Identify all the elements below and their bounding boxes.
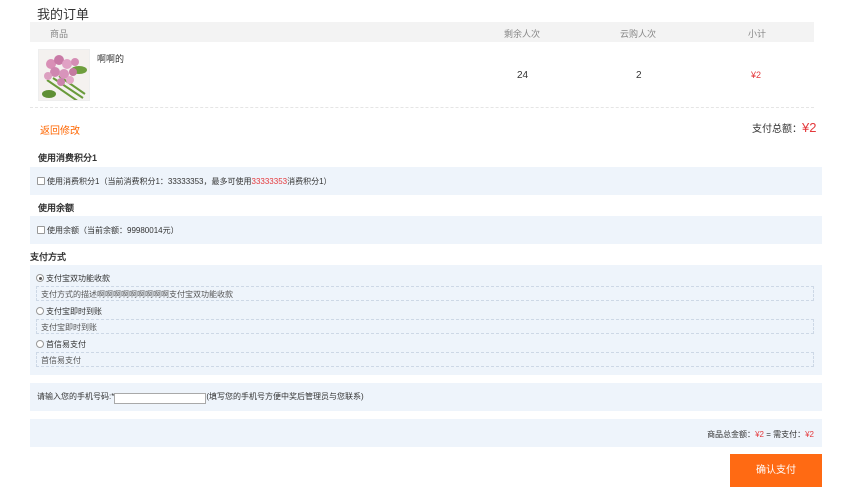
phone-number-input[interactable] bbox=[114, 393, 207, 404]
points-option-suffix: 消费积分1） bbox=[287, 177, 332, 186]
payment-option-description: 支付方式的描述啊啊啊啊啊啊啊啊啊支付宝双功能收款 bbox=[36, 286, 814, 301]
use-balance-checkbox[interactable] bbox=[37, 226, 45, 234]
cloud-buy-count: 2 bbox=[636, 70, 642, 81]
balance-section-label: 使用余额 bbox=[38, 203, 75, 213]
payment-radio-yeepay[interactable] bbox=[36, 340, 44, 348]
payment-radio-alipay-dual[interactable] bbox=[36, 274, 44, 282]
order-summary: 商品总金额：¥2 = 需支付：¥2 bbox=[30, 419, 822, 447]
remaining-count: 24 bbox=[517, 70, 529, 81]
use-points-checkbox[interactable] bbox=[37, 177, 45, 185]
payment-option-alipay-instant[interactable]: 支付宝即时到账 bbox=[36, 306, 102, 317]
phone-panel: 请输入您的手机号码:* (填写您的手机号方便中奖后管理员与您联系) bbox=[30, 383, 822, 411]
product-name[interactable]: 啊啊的 bbox=[97, 52, 124, 65]
payment-option-alipay-dual[interactable]: 支付宝双功能收款 bbox=[36, 273, 110, 284]
payment-total-amount: ¥2 bbox=[802, 120, 817, 135]
flower-bouquet-image bbox=[39, 50, 89, 100]
page-title: 我的订单 bbox=[37, 7, 90, 22]
points-section-label: 使用消费积分1 bbox=[38, 153, 98, 163]
balance-option-text: 使用余额（当前余额：99980014元） bbox=[47, 226, 179, 235]
phone-hint: (填写您的手机号方便中奖后管理员与您联系) bbox=[206, 392, 364, 401]
payment-option-label: 支付宝即时到账 bbox=[46, 307, 102, 316]
payment-method-section-label: 支付方式 bbox=[30, 252, 67, 262]
goods-total-label: 商品总金额： bbox=[707, 430, 756, 439]
payment-option-description: 首信易支付 bbox=[36, 352, 814, 367]
product-thumbnail[interactable] bbox=[38, 49, 90, 101]
balance-option: 使用余额（当前余额：99980014元） bbox=[37, 225, 179, 236]
header-remaining: 剩余人次 bbox=[504, 29, 541, 39]
summary-text: 商品总金额：¥2 = 需支付：¥2 bbox=[707, 429, 814, 440]
confirm-payment-button[interactable]: 确认支付 bbox=[730, 454, 822, 487]
payment-radio-alipay-instant[interactable] bbox=[36, 307, 44, 315]
need-pay-label: = 需支付： bbox=[763, 430, 806, 439]
payment-option-label: 首信易支付 bbox=[46, 340, 86, 349]
back-to-edit-link[interactable]: 返回修改 bbox=[40, 122, 80, 137]
table-row: 啊啊的 24 2 ¥2 bbox=[30, 42, 814, 108]
balance-panel: 使用余额（当前余额：99980014元） bbox=[30, 216, 822, 244]
payment-total-label: 支付总额： bbox=[752, 124, 802, 135]
points-max-value: 33333353 bbox=[251, 177, 288, 186]
payment-option-description: 支付宝即时到账 bbox=[36, 319, 814, 334]
points-option-text: 使用消费积分1（当前消费积分1：33333353，最多可使用 bbox=[47, 177, 252, 186]
order-table-header: 商品 剩余人次 云购人次 小计 bbox=[30, 22, 814, 42]
points-option: 使用消费积分1（当前消费积分1：33333353，最多可使用33333353消费… bbox=[37, 176, 332, 187]
phone-row: 请输入您的手机号码:* (填写您的手机号方便中奖后管理员与您联系) bbox=[37, 391, 364, 404]
need-pay-amount: ¥2 bbox=[805, 430, 814, 439]
row-subtotal: ¥2 bbox=[751, 70, 762, 80]
phone-label: 请输入您的手机号码:* bbox=[37, 392, 115, 401]
payment-total: 支付总额：¥2 bbox=[752, 120, 816, 135]
payment-option-yeepay[interactable]: 首信易支付 bbox=[36, 339, 86, 350]
payment-methods-panel: 支付宝双功能收款 支付方式的描述啊啊啊啊啊啊啊啊啊支付宝双功能收款 支付宝即时到… bbox=[30, 265, 822, 375]
header-product: 商品 bbox=[50, 29, 69, 39]
header-subtotal: 小计 bbox=[748, 29, 767, 39]
header-cloud-buy: 云购人次 bbox=[620, 29, 657, 39]
payment-option-label: 支付宝双功能收款 bbox=[46, 274, 110, 283]
goods-total-amount: ¥2 bbox=[755, 430, 764, 439]
points-panel: 使用消费积分1（当前消费积分1：33333353，最多可使用33333353消费… bbox=[30, 167, 822, 195]
